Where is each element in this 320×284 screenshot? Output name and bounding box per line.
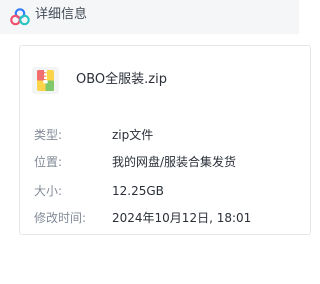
header-title: 详细信息 — [35, 7, 88, 22]
details-header: 详细信息 — [0, 0, 299, 34]
detail-label-size: 大小: — [34, 184, 63, 198]
detail-value-modified: 2024年10月12日, 18:01 — [112, 211, 252, 225]
detail-row-type: 类型: zip文件 — [20, 125, 310, 145]
detail-row-size: 大小: 12.25GB — [20, 181, 310, 201]
detail-value-type: zip文件 — [112, 128, 154, 142]
detail-value-size: 12.25GB — [112, 184, 164, 198]
detail-label-type: 类型: — [34, 128, 63, 142]
file-details-panel: OBO全服装.zip 类型: zip文件 位置: 我的网盘/服装合集发货 大小:… — [19, 45, 311, 235]
detail-row-location: 位置: 我的网盘/服装合集发货 — [20, 152, 310, 172]
zip-archive-icon — [32, 67, 59, 94]
file-name: OBO全服装.zip — [76, 72, 167, 87]
detail-value-location[interactable]: 我的网盘/服装合集发货 — [112, 152, 236, 172]
cloud-logo-icon — [10, 8, 30, 26]
detail-label-modified: 修改时间: — [34, 211, 87, 225]
detail-label-location: 位置: — [34, 155, 63, 169]
detail-row-modified: 修改时间: 2024年10月12日, 18:01 — [20, 208, 310, 228]
